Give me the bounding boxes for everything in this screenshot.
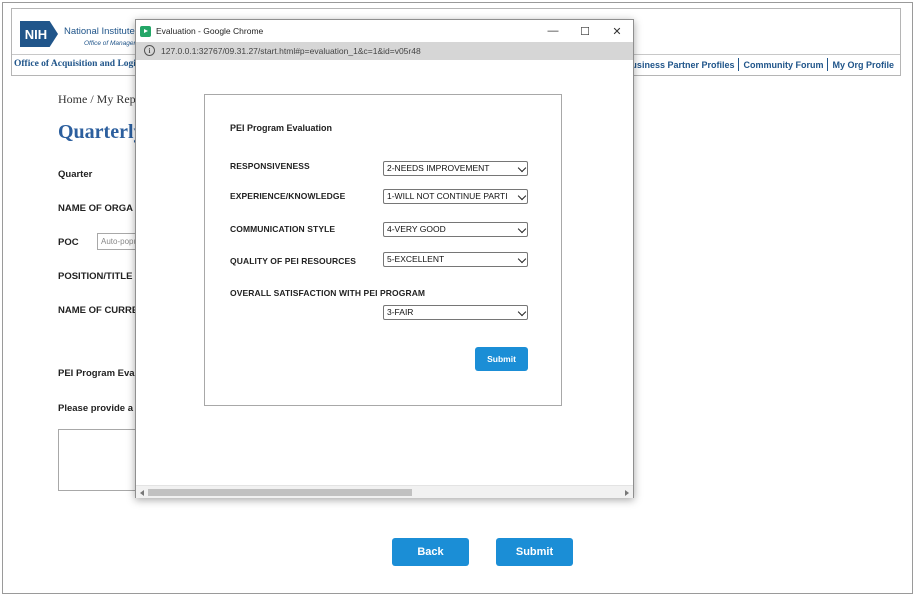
resources-label: QUALITY OF PEI RESOURCES: [230, 256, 356, 266]
quarter-label: Quarter: [58, 169, 93, 180]
horizontal-scrollbar[interactable]: [136, 485, 633, 498]
form-submit-button[interactable]: Submit: [475, 347, 528, 371]
overall-satisfaction-select[interactable]: 3-FAIR: [383, 305, 528, 320]
header-nav: CU/Business Partner Profiles Community F…: [609, 58, 894, 71]
nav-separator: [738, 58, 740, 71]
communication-value: 4-VERY GOOD: [387, 224, 446, 234]
org-name-label: NAME OF ORGA: [58, 203, 133, 214]
address-bar[interactable]: i 127.0.0.1:32767/09.31.27/start.html#p=…: [136, 42, 633, 60]
scrollbar-thumb[interactable]: [148, 489, 412, 496]
nav-separator: [827, 58, 829, 71]
overall-satisfaction-label: OVERALL SATISFACTION WITH PEI PROGRAM: [230, 288, 426, 298]
submit-button[interactable]: Submit: [496, 538, 573, 566]
chevron-down-icon: [517, 254, 527, 264]
window-title: Evaluation - Google Chrome: [156, 26, 264, 36]
evaluation-popup-window: Evaluation - Google Chrome — ☐ ✕ i 127.0…: [135, 19, 634, 498]
position-title-label: POSITION/TITLE: [58, 271, 133, 282]
url-text: 127.0.0.1:32767/09.31.27/start.html#p=ev…: [161, 46, 421, 56]
comments-label: Please provide a: [58, 403, 133, 414]
app-icon: [140, 26, 151, 37]
overall-satisfaction-value: 3-FAIR: [387, 307, 414, 317]
chevron-down-icon: [517, 191, 527, 201]
communication-select[interactable]: 4-VERY GOOD: [383, 222, 528, 237]
resources-value: 5-EXCELLENT: [387, 254, 445, 264]
evaluation-form: PEI Program Evaluation RESPONSIVENESS 2-…: [204, 94, 562, 406]
breadcrumb[interactable]: Home / My Rep: [58, 92, 136, 107]
scroll-right-icon[interactable]: [625, 490, 629, 496]
window-titlebar[interactable]: Evaluation - Google Chrome — ☐ ✕: [136, 20, 633, 42]
responsiveness-label: RESPONSIVENESS: [230, 161, 310, 171]
minimize-button[interactable]: —: [539, 22, 567, 40]
communication-label: COMMUNICATION STYLE: [230, 224, 336, 234]
page-title: Quarterly: [58, 121, 144, 143]
scroll-left-icon[interactable]: [140, 490, 144, 496]
close-button[interactable]: ✕: [603, 22, 631, 40]
nav-link-community-forum[interactable]: Community Forum: [743, 60, 823, 70]
chevron-down-icon: [517, 224, 527, 234]
pei-evaluation-label: PEI Program Eva: [58, 368, 135, 379]
back-button[interactable]: Back: [392, 538, 469, 566]
current-name-label: NAME OF CURRE: [58, 305, 139, 316]
resources-select[interactable]: 5-EXCELLENT: [383, 252, 528, 267]
experience-select[interactable]: 1-WILL NOT CONTINUE PARTI: [383, 189, 528, 204]
experience-label: EXPERIENCE/KNOWLEDGE: [230, 191, 346, 201]
form-heading: PEI Program Evaluation: [230, 123, 333, 133]
info-icon[interactable]: i: [144, 45, 155, 56]
chevron-down-icon: [517, 163, 527, 173]
nav-link-my-org-profile[interactable]: My Org Profile: [832, 60, 894, 70]
office-link[interactable]: Office of Acquisition and Logi: [14, 59, 136, 69]
experience-value: 1-WILL NOT CONTINUE PARTI: [387, 191, 508, 201]
poc-label: POC: [58, 237, 79, 248]
responsiveness-select[interactable]: 2-NEEDS IMPROVEMENT: [383, 161, 528, 176]
chevron-down-icon: [517, 307, 527, 317]
maximize-button[interactable]: ☐: [571, 22, 599, 40]
nih-logo[interactable]: NIH: [20, 21, 58, 47]
responsiveness-value: 2-NEEDS IMPROVEMENT: [387, 163, 490, 173]
